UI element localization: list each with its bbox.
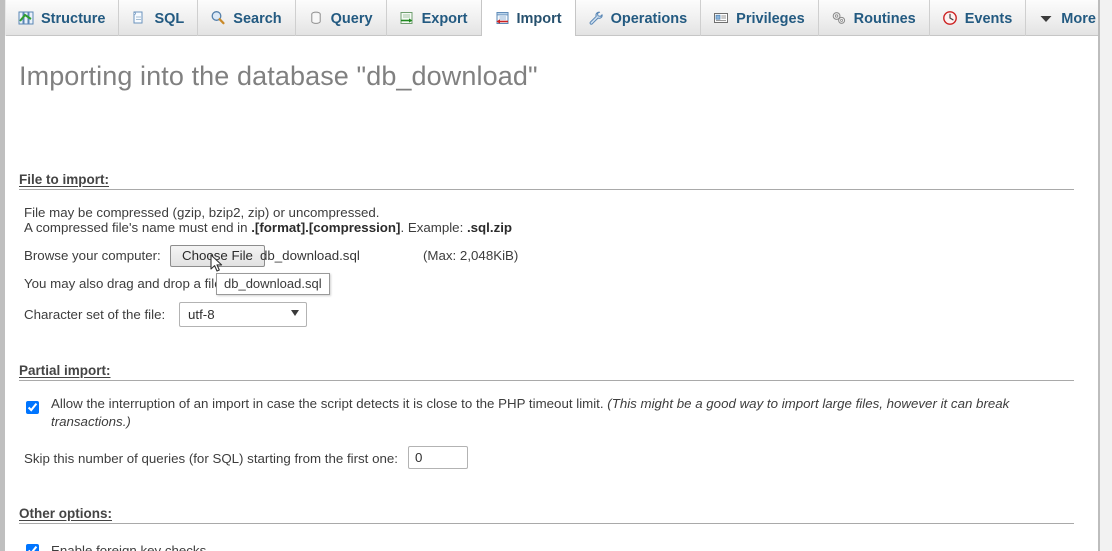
- max-upload-size-label: (Max: 2,048KiB): [423, 248, 519, 263]
- tab-label: SQL: [154, 10, 185, 27]
- charset-label: Character set of the file:: [24, 307, 166, 322]
- routines-icon: [831, 10, 847, 26]
- allow-interruption-label: Allow the interruption of an import in c…: [51, 395, 1026, 431]
- compression-hint-line1: File may be compressed (gzip, bzip2, zip…: [24, 205, 380, 220]
- tab-operations[interactable]: Operations: [576, 0, 702, 36]
- skip-queries-input[interactable]: [408, 446, 468, 469]
- privileges-icon: [713, 10, 729, 26]
- tab-label: Structure: [41, 10, 106, 27]
- legend-file-to-import: File to import:: [19, 172, 109, 187]
- tab-label: Events: [964, 10, 1013, 27]
- enable-foreign-key-checks-checkbox[interactable]: [26, 544, 39, 551]
- tab-import[interactable]: Import: [480, 0, 576, 37]
- export-icon: [399, 10, 415, 26]
- sql-icon: [131, 10, 147, 26]
- page-right-gutter: [1100, 0, 1112, 551]
- tab-search[interactable]: Search: [198, 0, 296, 36]
- tab-label: Routines: [853, 10, 916, 27]
- operations-icon: [588, 10, 604, 26]
- import-form-content: Importing into the database "db_download…: [5, 37, 1098, 551]
- tab-structure[interactable]: Structure: [5, 0, 120, 36]
- events-icon: [942, 10, 958, 26]
- hint2-mid: . Example:: [400, 220, 467, 235]
- charset-select[interactable]: utf-8: [179, 302, 307, 327]
- selected-file-name: db_download.sql: [260, 248, 360, 263]
- structure-icon: [18, 10, 34, 26]
- legend-rule-partial-import: [19, 380, 1074, 381]
- main-tab-bar: Structure SQL Search Query Export Import…: [5, 0, 1111, 37]
- tab-label: Export: [421, 10, 468, 27]
- hint2-example-token: .sql.zip: [466, 220, 513, 235]
- browse-your-computer-label: Browse your computer:: [24, 248, 161, 263]
- import-icon: [494, 10, 510, 26]
- phpmyadmin-import-page: Structure SQL Search Query Export Import…: [0, 0, 1112, 551]
- query-icon: [308, 10, 324, 26]
- choose-file-button[interactable]: Choose File: [170, 245, 265, 267]
- tab-label: Privileges: [736, 10, 805, 27]
- tab-label: Search: [233, 10, 282, 27]
- legend-partial-import: Partial import:: [19, 363, 111, 378]
- tab-label: Query: [330, 10, 373, 27]
- tab-label: More: [1061, 10, 1096, 27]
- allow-interruption-text: Allow the interruption of an import in c…: [51, 396, 608, 411]
- tab-label: Import: [516, 10, 562, 27]
- tab-events[interactable]: Events: [930, 0, 1027, 36]
- allow-interruption-checkbox[interactable]: [26, 401, 39, 414]
- page-title: Importing into the database "db_download…: [19, 61, 538, 91]
- tab-routines[interactable]: Routines: [819, 0, 930, 36]
- chevron-down-icon: [1038, 10, 1054, 26]
- enable-foreign-key-checks-label: Enable foreign key checks: [51, 543, 207, 551]
- legend-rule-other-options: [19, 523, 1074, 524]
- hint2-format-token: .[format].[compression]: [251, 220, 401, 235]
- file-name-tooltip: db_download.sql: [216, 273, 330, 295]
- tab-query[interactable]: Query: [296, 0, 387, 36]
- compression-hint-line2: A compressed file's name must end in .[f…: [24, 220, 512, 235]
- legend-other-options: Other options:: [19, 506, 112, 521]
- tab-export[interactable]: Export: [387, 0, 482, 36]
- search-icon: [210, 10, 226, 26]
- tab-privileges[interactable]: Privileges: [701, 0, 819, 36]
- legend-rule-file-to-import: [19, 189, 1074, 190]
- tab-label: Operations: [610, 10, 688, 27]
- hint2-pre: A compressed file's name must end in: [24, 220, 252, 235]
- skip-queries-label: Skip this number of queries (for SQL) st…: [24, 451, 398, 466]
- tab-sql[interactable]: SQL: [119, 0, 199, 36]
